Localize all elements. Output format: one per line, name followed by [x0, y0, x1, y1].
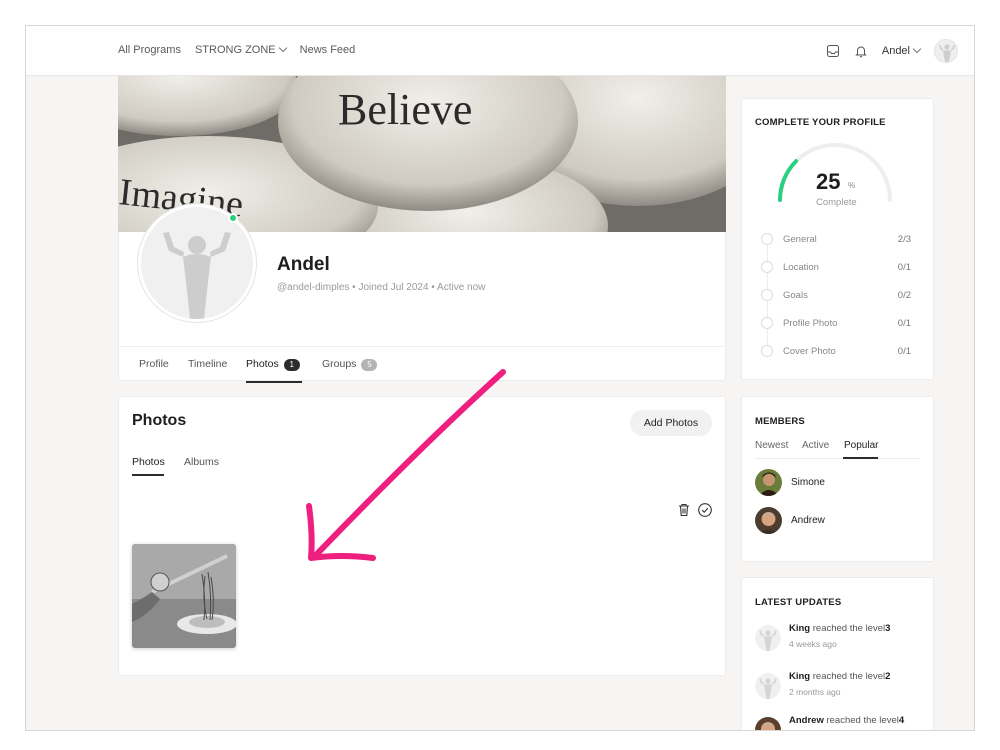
user-menu[interactable]: Andel — [881, 44, 922, 57]
chevron-down-icon — [278, 43, 287, 53]
update-text: Andrew reached the level4 — [789, 715, 904, 726]
step-label: Cover Photo — [783, 346, 836, 357]
percent-sign: % — [848, 181, 856, 190]
active-subtab-indicator — [132, 474, 164, 476]
update-item: King reached the level2 2 months ago — [755, 671, 925, 705]
update-text: King reached the level3 — [789, 623, 890, 634]
tab-profile[interactable]: Profile — [139, 358, 169, 370]
update-text: King reached the level2 — [789, 671, 890, 682]
top-navigation-bar: All Programs STRONG ZONE News Feed Andel — [26, 26, 974, 76]
update-item: King reached the level3 4 weeks ago — [755, 623, 925, 657]
step-count: 0/1 — [897, 262, 911, 273]
chevron-down-icon — [912, 44, 922, 54]
step-circle-icon — [761, 317, 773, 329]
photos-count-badge: 1 — [283, 359, 300, 371]
step-count: 0/1 — [897, 346, 911, 357]
update-avatar[interactable] — [755, 625, 781, 651]
profile-meta: @andel-dimples • Joined Jul 2024 • Activ… — [277, 282, 486, 293]
add-photos-button[interactable]: Add Photos — [630, 410, 712, 436]
profile-avatar[interactable] — [138, 204, 256, 322]
members-tab-newest[interactable]: Newest — [755, 440, 788, 451]
step-profile-photo[interactable]: Profile Photo 0/1 — [761, 317, 911, 331]
step-cover-photo[interactable]: Cover Photo 0/1 — [761, 345, 911, 359]
complete-label: Complete — [816, 197, 857, 208]
nav-all-programs[interactable]: All Programs — [118, 44, 181, 56]
step-count: 0/1 — [897, 318, 911, 329]
update-user-link[interactable]: King — [789, 671, 810, 682]
step-label: General — [783, 234, 817, 245]
online-status-dot — [228, 213, 238, 223]
user-controls: Andel — [826, 39, 958, 63]
subtab-photos[interactable]: Photos — [132, 456, 165, 468]
update-level: 3 — [885, 623, 891, 634]
member-item[interactable]: Andrew — [755, 507, 905, 535]
step-location[interactable]: Location 0/1 — [761, 261, 911, 275]
tab-photos[interactable]: Photos 1 — [246, 358, 300, 371]
update-avatar[interactable] — [755, 673, 781, 699]
nav-strong-zone[interactable]: STRONG ZONE — [194, 43, 287, 56]
step-circle-icon — [761, 345, 773, 357]
nav-news-feed[interactable]: News Feed — [300, 44, 356, 56]
update-time: 2 months ago — [789, 687, 841, 697]
step-label: Location — [783, 262, 819, 273]
step-circle-icon — [761, 289, 773, 301]
bell-icon[interactable] — [854, 44, 868, 58]
update-time: 4 weeks ago — [789, 639, 837, 649]
step-circle-icon — [761, 233, 773, 245]
select-check-icon[interactable] — [697, 502, 713, 518]
step-label: Goals — [783, 290, 808, 301]
main-nav: All Programs STRONG ZONE News Feed — [118, 43, 356, 56]
members-tabs-divider — [755, 458, 920, 459]
browser-frame: All Programs STRONG ZONE News Feed Andel — [25, 25, 975, 731]
update-action: reached the level — [823, 715, 899, 726]
nav-strong-zone-label: STRONG ZONE — [194, 44, 276, 56]
member-name: Andrew — [791, 515, 825, 526]
step-circle-icon — [761, 261, 773, 273]
update-level: 4 — [898, 715, 905, 726]
step-label: Profile Photo — [783, 318, 838, 329]
members-tab-active[interactable]: Active — [802, 440, 829, 451]
update-action: reached the level — [810, 623, 886, 634]
step-count: 0/2 — [897, 290, 911, 301]
active-tab-indicator — [246, 381, 302, 383]
user-name: Andel — [881, 45, 910, 57]
cover-word-believe: Believe — [338, 85, 472, 134]
photos-title: Photos — [132, 412, 187, 429]
latest-updates-title: LATEST UPDATES — [755, 597, 842, 608]
members-active-tab-indicator — [843, 457, 878, 459]
member-item[interactable]: Simone — [755, 469, 905, 497]
profile-name: Andel — [277, 254, 330, 275]
members-title: MEMBERS — [755, 416, 805, 427]
update-action: reached the level — [810, 671, 886, 682]
update-avatar[interactable] — [755, 717, 781, 730]
member-name: Simone — [791, 477, 825, 488]
photo-thumbnail[interactable] — [132, 544, 236, 648]
tab-timeline[interactable]: Timeline — [188, 358, 227, 370]
member-avatar — [755, 469, 782, 496]
step-general[interactable]: General 2/3 — [761, 233, 911, 247]
update-item: Andrew reached the level4 — [755, 715, 925, 730]
step-count: 2/3 — [897, 234, 911, 245]
tab-photos-label: Photos — [246, 358, 279, 370]
update-level: 2 — [885, 671, 891, 682]
annotation-arrow — [306, 369, 506, 561]
step-goals[interactable]: Goals 0/2 — [761, 289, 911, 303]
trash-icon[interactable] — [676, 502, 692, 518]
subtab-albums[interactable]: Albums — [184, 456, 219, 468]
user-avatar[interactable] — [934, 39, 958, 63]
members-tab-popular[interactable]: Popular — [844, 440, 878, 451]
update-user-link[interactable]: King — [789, 623, 810, 634]
update-user-link[interactable]: Andrew — [789, 715, 824, 726]
profile-percent: 25 — [816, 169, 841, 194]
member-avatar — [755, 507, 782, 534]
complete-profile-title: COMPLETE YOUR PROFILE — [755, 117, 886, 128]
inbox-icon[interactable] — [826, 44, 840, 58]
